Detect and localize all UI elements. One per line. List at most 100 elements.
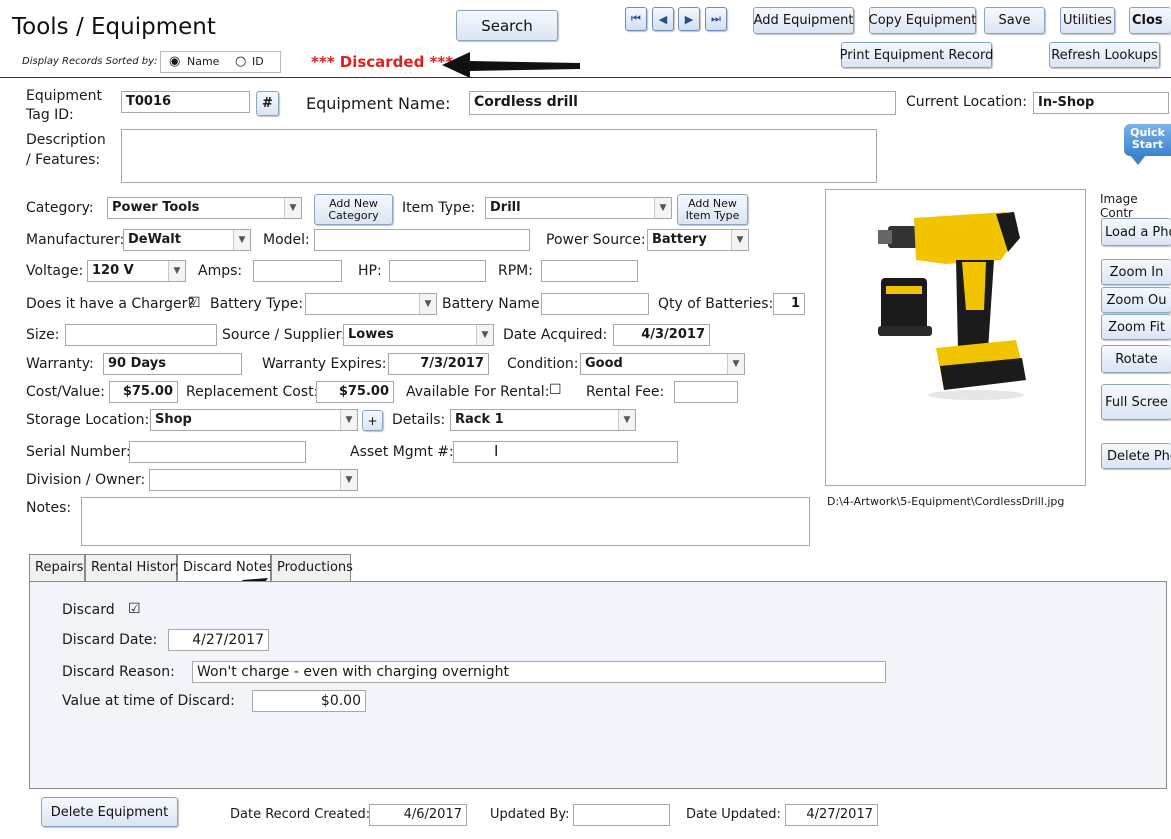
close-button[interactable]: Clos bbox=[1129, 7, 1171, 34]
date-acquired-label: Date Acquired: bbox=[503, 327, 608, 343]
chevron-down-icon[interactable]: ▼ bbox=[340, 470, 357, 490]
load-photo-button[interactable]: Load a Pho bbox=[1101, 218, 1171, 246]
equipment-photo bbox=[825, 189, 1086, 486]
storage-location-select[interactable]: Shop ▼ bbox=[150, 409, 358, 431]
qty-batteries-field[interactable]: 1 bbox=[773, 293, 805, 315]
zoom-in-button[interactable]: Zoom In bbox=[1101, 259, 1171, 285]
serial-number-field[interactable] bbox=[129, 441, 306, 463]
chevron-down-icon[interactable]: ▼ bbox=[727, 354, 744, 374]
battery-name-label: Battery Name: bbox=[442, 296, 545, 312]
discard-checkbox[interactable]: ☑ bbox=[128, 601, 141, 617]
chevron-down-icon[interactable]: ▼ bbox=[476, 325, 493, 345]
sort-id-radio[interactable]: ○ bbox=[235, 54, 246, 69]
warranty-field[interactable]: 90 Days bbox=[103, 353, 242, 375]
chevron-down-icon[interactable]: ▼ bbox=[654, 198, 671, 218]
asset-mgmt-field[interactable]: I bbox=[453, 441, 678, 463]
size-field[interactable] bbox=[65, 324, 217, 346]
refresh-lookups-button[interactable]: Refresh Lookups bbox=[1049, 42, 1160, 68]
updated-by-field[interactable] bbox=[573, 804, 670, 826]
add-storage-button[interactable]: + bbox=[362, 410, 383, 431]
cordless-drill-image bbox=[878, 212, 1026, 400]
replacement-cost-field[interactable]: $75.00 bbox=[316, 381, 394, 403]
search-button[interactable]: Search bbox=[456, 10, 558, 41]
zoom-out-button[interactable]: Zoom Ou bbox=[1101, 287, 1171, 313]
print-equipment-record-button[interactable]: Print Equipment Record bbox=[840, 42, 993, 68]
add-equipment-button[interactable]: Add Equipment bbox=[753, 7, 854, 34]
charger-checkbox[interactable]: ☑ bbox=[188, 295, 201, 311]
equipment-name-field[interactable]: Cordless drill bbox=[469, 91, 896, 115]
prev-record-icon[interactable]: ◀ bbox=[652, 7, 674, 31]
notes-field[interactable] bbox=[81, 497, 810, 546]
save-button[interactable]: Save bbox=[984, 7, 1045, 34]
last-record-icon[interactable]: ⏭ bbox=[705, 7, 727, 31]
date-updated-label: Date Updated: bbox=[686, 807, 781, 822]
details-select[interactable]: Rack 1 ▼ bbox=[450, 409, 636, 431]
item-type-select[interactable]: Drill ▼ bbox=[485, 197, 672, 219]
discard-reason-field[interactable]: Won't charge - even with charging overni… bbox=[192, 661, 886, 683]
chevron-down-icon[interactable]: ▼ bbox=[618, 410, 635, 430]
cost-field[interactable]: $75.00 bbox=[109, 381, 178, 403]
chevron-down-icon[interactable]: ▼ bbox=[233, 230, 250, 250]
chevron-down-icon[interactable]: ▼ bbox=[340, 410, 357, 430]
model-label: Model: bbox=[263, 232, 310, 248]
next-record-icon[interactable]: ▶ bbox=[678, 7, 700, 31]
chevron-down-icon[interactable]: ▼ bbox=[419, 294, 436, 314]
division-owner-select[interactable]: ▼ bbox=[149, 469, 358, 491]
category-label: Category: bbox=[26, 200, 94, 216]
rental-fee-field[interactable] bbox=[674, 381, 738, 403]
replacement-cost-label: Replacement Cost: bbox=[186, 384, 319, 400]
add-new-category-button[interactable]: Add New Category bbox=[314, 194, 393, 225]
manufacturer-select[interactable]: DeWalt ▼ bbox=[123, 229, 251, 251]
voltage-select[interactable]: 120 V ▼ bbox=[87, 260, 186, 282]
quick-start-button[interactable]: Quick Start bbox=[1124, 124, 1171, 166]
tag-id-label: Equipment bbox=[26, 88, 102, 104]
warranty-expires-field[interactable]: 7/3/2017 bbox=[388, 353, 489, 375]
utilities-button[interactable]: Utilities bbox=[1060, 7, 1115, 34]
first-record-icon[interactable]: ⏮ bbox=[625, 7, 647, 31]
sort-name-radio[interactable]: ◉ bbox=[169, 54, 180, 69]
hp-label: HP: bbox=[358, 263, 382, 279]
copy-equipment-button[interactable]: Copy Equipment bbox=[869, 7, 976, 34]
amps-field[interactable] bbox=[253, 260, 342, 282]
tab-rental-history[interactable]: Rental History bbox=[85, 554, 183, 581]
add-new-item-type-button[interactable]: Add New Item Type bbox=[677, 194, 748, 225]
battery-type-select[interactable]: ▼ bbox=[305, 293, 437, 315]
hp-field[interactable] bbox=[389, 260, 486, 282]
amps-label: Amps: bbox=[198, 263, 243, 279]
condition-select[interactable]: Good ▼ bbox=[580, 353, 745, 375]
rental-fee-label: Rental Fee: bbox=[586, 384, 665, 400]
chevron-down-icon[interactable]: ▼ bbox=[168, 261, 185, 281]
power-source-select[interactable]: Battery ▼ bbox=[647, 229, 749, 251]
description-label: Description bbox=[26, 132, 106, 148]
current-location-field[interactable]: In-Shop bbox=[1033, 92, 1169, 114]
chevron-down-icon[interactable]: ▼ bbox=[284, 198, 301, 218]
date-created-field[interactable]: 4/6/2017 bbox=[369, 804, 467, 826]
model-field[interactable] bbox=[314, 229, 530, 251]
date-updated-field[interactable]: 4/27/2017 bbox=[785, 804, 878, 826]
discard-value-field[interactable]: $0.00 bbox=[252, 690, 366, 712]
tag-id-field[interactable]: T0016 bbox=[121, 91, 250, 113]
description-field[interactable] bbox=[121, 129, 877, 183]
rpm-field[interactable] bbox=[541, 260, 638, 282]
chevron-down-icon[interactable]: ▼ bbox=[731, 230, 748, 250]
details-label: Details: bbox=[392, 412, 446, 428]
full-screen-button[interactable]: Full Scree bbox=[1101, 384, 1171, 420]
source-select[interactable]: Lowes ▼ bbox=[343, 324, 494, 346]
discard-reason-label: Discard Reason: bbox=[62, 664, 175, 680]
zoom-fit-button[interactable]: Zoom Fit bbox=[1101, 314, 1171, 340]
header-divider bbox=[0, 77, 1171, 78]
rotate-button[interactable]: Rotate bbox=[1101, 345, 1171, 373]
delete-photo-button[interactable]: Delete Pho bbox=[1101, 443, 1171, 469]
date-created-label: Date Record Created: bbox=[230, 807, 371, 822]
hash-button[interactable]: # bbox=[256, 91, 279, 116]
category-select[interactable]: Power Tools ▼ bbox=[107, 197, 302, 219]
rpm-label: RPM: bbox=[498, 263, 533, 279]
discard-date-field[interactable]: 4/27/2017 bbox=[168, 629, 269, 651]
tab-repairs[interactable]: Repairs bbox=[29, 554, 85, 581]
sort-options-box: ◉ Name ○ ID bbox=[160, 51, 281, 73]
sort-id-label: ID bbox=[252, 55, 264, 68]
battery-name-field[interactable] bbox=[541, 293, 649, 315]
delete-equipment-button[interactable]: Delete Equipment bbox=[41, 797, 178, 827]
date-acquired-field[interactable]: 4/3/2017 bbox=[613, 324, 710, 346]
available-rental-checkbox[interactable]: ☐ bbox=[549, 382, 562, 398]
